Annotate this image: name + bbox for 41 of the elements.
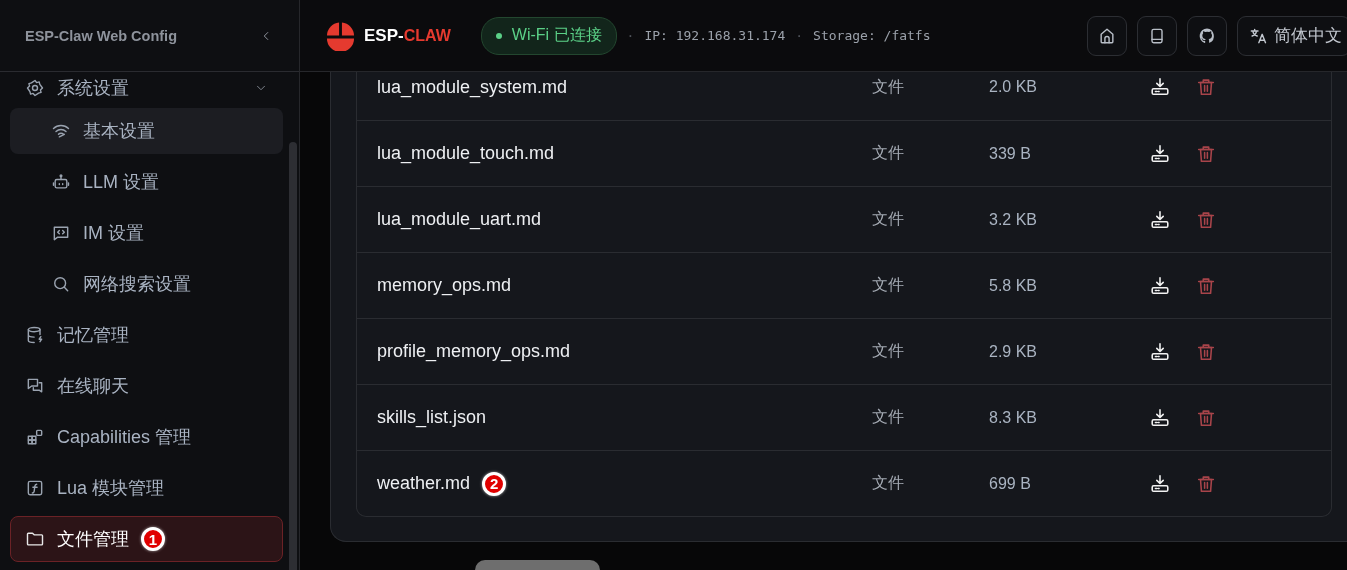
logo-text: ESP-CLAW: [364, 25, 451, 46]
separator-dot: ·: [795, 28, 804, 43]
menu-item[interactable]: 在线聊天: [10, 363, 283, 409]
device-info: IP: 192.168.31.174: [644, 28, 786, 43]
file-type: 文件: [872, 209, 905, 229]
file-size: 5.8 KB: [989, 276, 1039, 295]
submenu-item[interactable]: 网络搜索设置: [10, 261, 283, 307]
number-badge: 2: [482, 471, 507, 496]
file-type: 文件: [872, 143, 905, 163]
file-type: 文件: [872, 407, 905, 427]
submenu-item[interactable]: IM 设置: [10, 210, 283, 256]
file-size: 699 B: [989, 474, 1032, 493]
file-type: 文件: [872, 275, 905, 295]
menu-item[interactable]: Capabilities 管理: [10, 414, 283, 460]
device-info: Storage: /fatfs: [813, 28, 931, 43]
sidebar-title: ESP-Claw Web Config: [25, 27, 177, 44]
file-size: 8.3 KB: [989, 408, 1039, 427]
file-name: lua_module_uart.md: [377, 209, 542, 230]
file-name: memory_ops.md: [377, 275, 512, 296]
menu-item[interactable]: 系统设置: [10, 73, 283, 103]
separator-dot: ·: [626, 28, 635, 43]
submenu-item[interactable]: 基本设置: [10, 108, 283, 154]
menu-item[interactable]: Lua 模块管理: [10, 465, 283, 511]
file-name: lua_module_touch.md: [377, 143, 555, 164]
file-name: weather.md: [377, 473, 471, 494]
number-badge: 1: [141, 527, 165, 551]
file-type: 文件: [872, 341, 905, 361]
language-button[interactable]: 简体中文: [1237, 15, 1347, 56]
file-name: lua_module_system.md: [377, 76, 568, 98]
connection-status: Wi-Fi 已连接: [480, 16, 617, 55]
submenu-item[interactable]: LLM 设置: [10, 159, 283, 205]
file-size: 2.9 KB: [989, 342, 1039, 361]
file-type: 文件: [872, 76, 905, 97]
file-name: skills_list.json: [377, 407, 487, 428]
file-size: 3.2 KB: [989, 210, 1039, 229]
file-size: 339 B: [989, 144, 1032, 163]
file-name: profile_memory_ops.md: [377, 341, 571, 362]
menu-item[interactable]: 记忆管理: [10, 312, 283, 358]
file-size: 2.0 KB: [989, 78, 1039, 96]
file-type: 文件: [872, 473, 905, 493]
menu-item[interactable]: 文件管理 1: [10, 516, 283, 562]
